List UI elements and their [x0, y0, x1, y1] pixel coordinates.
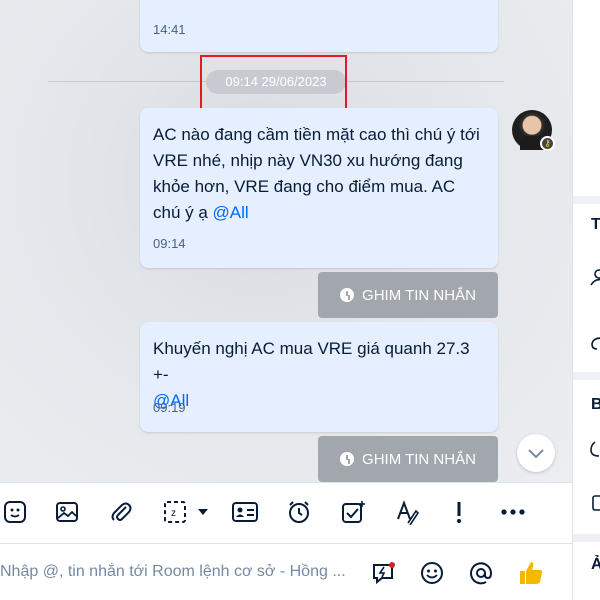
image-icon[interactable]: [52, 497, 82, 527]
pin-message-button[interactable]: GHIM TIN NHẮN: [318, 272, 498, 318]
link-icon[interactable]: [589, 334, 600, 352]
pin-message-label: GHIM TIN NHẮN: [362, 286, 476, 304]
mention-all[interactable]: @All: [213, 203, 249, 222]
message-bubble[interactable]: Khuyến nghị AC mua VRE giá quanh 27.3 +-…: [140, 322, 498, 432]
attachment-icon[interactable]: [106, 497, 136, 527]
panel-separator: [573, 534, 600, 542]
message-time: 09:19: [153, 400, 186, 415]
message-text: Khuyến nghị AC mua VRE giá quanh 27.3 +-…: [153, 339, 470, 410]
task-icon[interactable]: [338, 497, 368, 527]
quick-message-icon[interactable]: [368, 558, 398, 588]
right-info-panel: T B Ả: [572, 0, 600, 600]
contact-card-icon[interactable]: [230, 497, 260, 527]
key-icon: ⚷: [540, 136, 555, 151]
panel-separator: [573, 372, 600, 380]
pin-message-label: GHIM TIN NHẮN: [362, 450, 476, 468]
chevron-down-icon[interactable]: [188, 497, 218, 527]
svg-text:z: z: [171, 508, 176, 519]
note-icon[interactable]: [589, 494, 600, 512]
message-input[interactable]: [0, 558, 360, 586]
alarm-icon[interactable]: [589, 440, 600, 458]
pin-message-button[interactable]: GHIM TIN NHẮN: [318, 436, 498, 482]
annotation-highlight-box: [200, 55, 347, 110]
section-heading: T: [591, 216, 600, 233]
mention-icon[interactable]: [466, 558, 496, 588]
message-time: 14:41: [153, 22, 186, 37]
urgent-icon[interactable]: [444, 497, 474, 527]
chevron-down-icon: [528, 449, 544, 459]
more-icon[interactable]: [498, 497, 528, 527]
chat-area: 14:41 09:14 29/06/2023 ⚷ AC nào đang cầm…: [0, 0, 572, 482]
member-icon[interactable]: [589, 268, 600, 286]
sticker-icon[interactable]: [0, 497, 30, 527]
section-heading: Ả: [591, 556, 600, 574]
clock-icon: [340, 452, 355, 466]
message-time: 09:14: [153, 236, 186, 251]
composer-toolbar: z: [0, 482, 572, 544]
scroll-to-bottom-button[interactable]: [517, 434, 555, 472]
message-bubble[interactable]: AC nào đang cầm tiền mặt cao thì chú ý t…: [140, 108, 498, 268]
message-text: AC nào đang cầm tiền mặt cao thì chú ý t…: [153, 125, 480, 222]
like-icon[interactable]: [516, 558, 546, 588]
message-bubble[interactable]: 14:41: [140, 0, 498, 52]
reminder-icon[interactable]: [284, 497, 314, 527]
screenshot-icon[interactable]: z: [160, 497, 190, 527]
composer: [0, 544, 572, 600]
section-heading: B: [591, 396, 600, 414]
panel-separator: [573, 196, 600, 204]
text-format-icon[interactable]: [392, 497, 422, 527]
clock-icon: [340, 288, 355, 302]
sender-avatar[interactable]: ⚷: [512, 110, 555, 151]
emoji-icon[interactable]: [417, 558, 447, 588]
